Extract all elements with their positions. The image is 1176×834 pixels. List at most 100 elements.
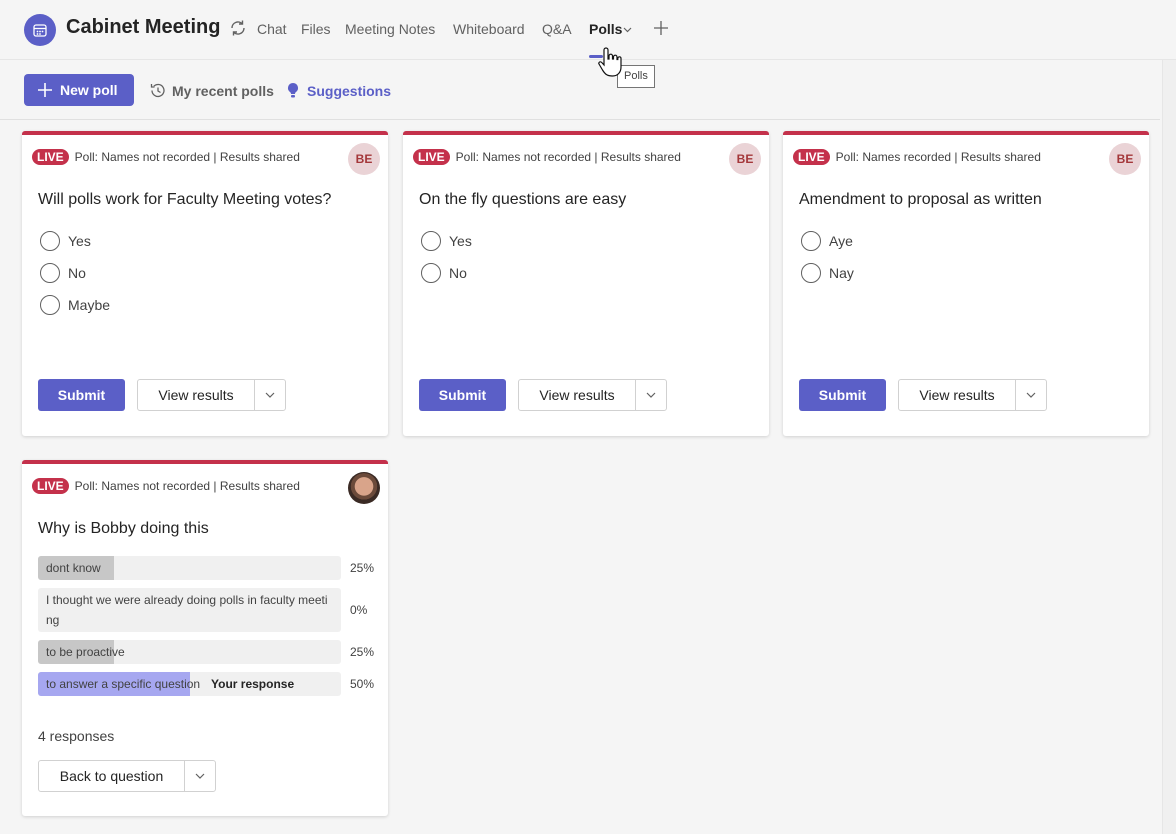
radio-button[interactable] [801,263,821,283]
poll-header: LIVE Poll: Names not recorded | Results … [413,149,681,165]
live-badge: LIVE [413,149,450,165]
poll-question: Will polls work for Faculty Meeting vote… [38,191,332,208]
option-label: Yes [68,233,91,249]
new-poll-label: New poll [60,82,118,98]
poll-header: LIVE Poll: Names not recorded | Results … [32,149,300,165]
poll-meta: Poll: Names not recorded | Results share… [74,150,300,164]
view-results-dropdown[interactable] [255,380,285,410]
view-results-dropdown[interactable] [1016,380,1046,410]
avatar[interactable]: BE [729,143,761,175]
result-label: to answer a specific question [46,677,201,691]
radio-button[interactable] [40,295,60,315]
radio-button[interactable] [421,231,441,251]
view-results-button[interactable]: View results [519,380,636,410]
submit-button[interactable]: Submit [38,379,125,411]
radio-button[interactable] [801,231,821,251]
poll-option[interactable]: Yes [421,231,472,251]
suggestions-button[interactable]: Suggestions [285,82,391,99]
live-badge: LIVE [32,149,69,165]
result-row: to be proactive 25% [38,640,374,664]
result-percent: 0% [350,603,368,617]
option-label: No [449,265,467,281]
live-badge: LIVE [32,478,69,494]
back-dropdown[interactable] [185,761,215,791]
tab-whiteboard[interactable]: Whiteboard [453,21,525,37]
poll-card: LIVE Poll: Names not recorded | Results … [22,131,388,436]
back-to-question-split-button: Back to question [38,760,216,792]
view-results-split-button: View results [518,379,667,411]
chevron-down-icon [195,773,205,779]
result-row: to answer a specific question Your respo… [38,672,374,696]
poll-card: LIVE Poll: Names recorded | Results shar… [783,131,1149,436]
poll-option[interactable]: No [40,263,86,283]
result-label: I thought we were already doing polls in… [46,593,328,627]
result-bar: to answer a specific question Your respo… [38,672,341,696]
add-tab-icon[interactable] [653,20,669,36]
tab-chat[interactable]: Chat [257,21,287,37]
chevron-down-icon [1026,392,1036,398]
calendar-icon [24,14,56,46]
poll-header: LIVE Poll: Names not recorded | Results … [32,478,300,494]
result-bar: I thought we were already doing polls in… [38,588,341,632]
poll-question: Why is Bobby doing this [38,520,209,537]
your-response-tag: Your response [211,677,295,691]
tab-meeting-notes[interactable]: Meeting Notes [345,21,435,37]
meeting-header: Cabinet Meeting Chat Files Meeting Notes… [0,0,1176,60]
new-poll-button[interactable]: New poll [24,74,134,106]
submit-button[interactable]: Submit [419,379,506,411]
chevron-down-icon[interactable] [623,25,632,34]
history-icon [150,83,165,98]
poll-meta: Poll: Names recorded | Results shared [835,150,1041,164]
view-results-split-button: View results [137,379,286,411]
view-results-dropdown[interactable] [636,380,666,410]
option-label: Maybe [68,297,111,313]
meeting-title: Cabinet Meeting [66,16,221,38]
tab-files[interactable]: Files [301,21,331,37]
radio-button[interactable] [421,263,441,283]
result-bar: to be proactive [38,640,341,664]
poll-question: Amendment to proposal as written [799,191,1042,208]
scrollbar[interactable] [1162,60,1176,834]
radio-button[interactable] [40,263,60,283]
poll-option[interactable]: Maybe [40,295,110,315]
view-results-button[interactable]: View results [899,380,1016,410]
poll-results-card: LIVE Poll: Names not recorded | Results … [22,460,388,816]
chevron-down-icon [265,392,275,398]
poll-option[interactable]: Aye [801,231,853,251]
poll-option[interactable]: No [421,263,467,283]
poll-meta: Poll: Names not recorded | Results share… [455,150,681,164]
result-label: to be proactive [46,645,125,659]
avatar[interactable]: BE [348,143,380,175]
poll-option[interactable]: Nay [801,263,854,283]
result-row: I thought we were already doing polls in… [38,588,374,632]
avatar[interactable] [348,472,380,504]
chevron-down-icon [646,392,656,398]
tab-polls[interactable]: Polls [589,21,622,37]
option-label: Yes [449,233,472,249]
result-percent: 50% [350,677,375,691]
my-recent-polls-button[interactable]: My recent polls [149,82,274,99]
poll-option[interactable]: Yes [40,231,91,251]
response-count: 4 responses [38,728,115,744]
view-results-button[interactable]: View results [138,380,255,410]
radio-button[interactable] [40,231,60,251]
my-recent-polls-label: My recent polls [172,82,274,99]
plus-icon [38,83,52,97]
option-label: No [68,265,86,281]
polls-toolbar: New poll My recent polls Suggestions [0,60,1160,120]
result-label: dont know [46,561,101,575]
option-label: Aye [829,233,853,249]
result-percent: 25% [350,645,375,659]
submit-button[interactable]: Submit [799,379,886,411]
tab-qa[interactable]: Q&A [542,21,572,37]
result-row: dont know 25% [38,556,374,580]
poll-meta: Poll: Names not recorded | Results share… [74,479,300,493]
result-percent: 25% [350,561,375,575]
result-bar: dont know [38,556,341,580]
option-label: Nay [829,265,854,281]
avatar[interactable]: BE [1109,143,1141,175]
suggestions-label: Suggestions [307,82,392,99]
back-to-question-button[interactable]: Back to question [39,761,185,791]
poll-card: LIVE Poll: Names not recorded | Results … [403,131,769,436]
sync-icon[interactable] [229,19,247,37]
